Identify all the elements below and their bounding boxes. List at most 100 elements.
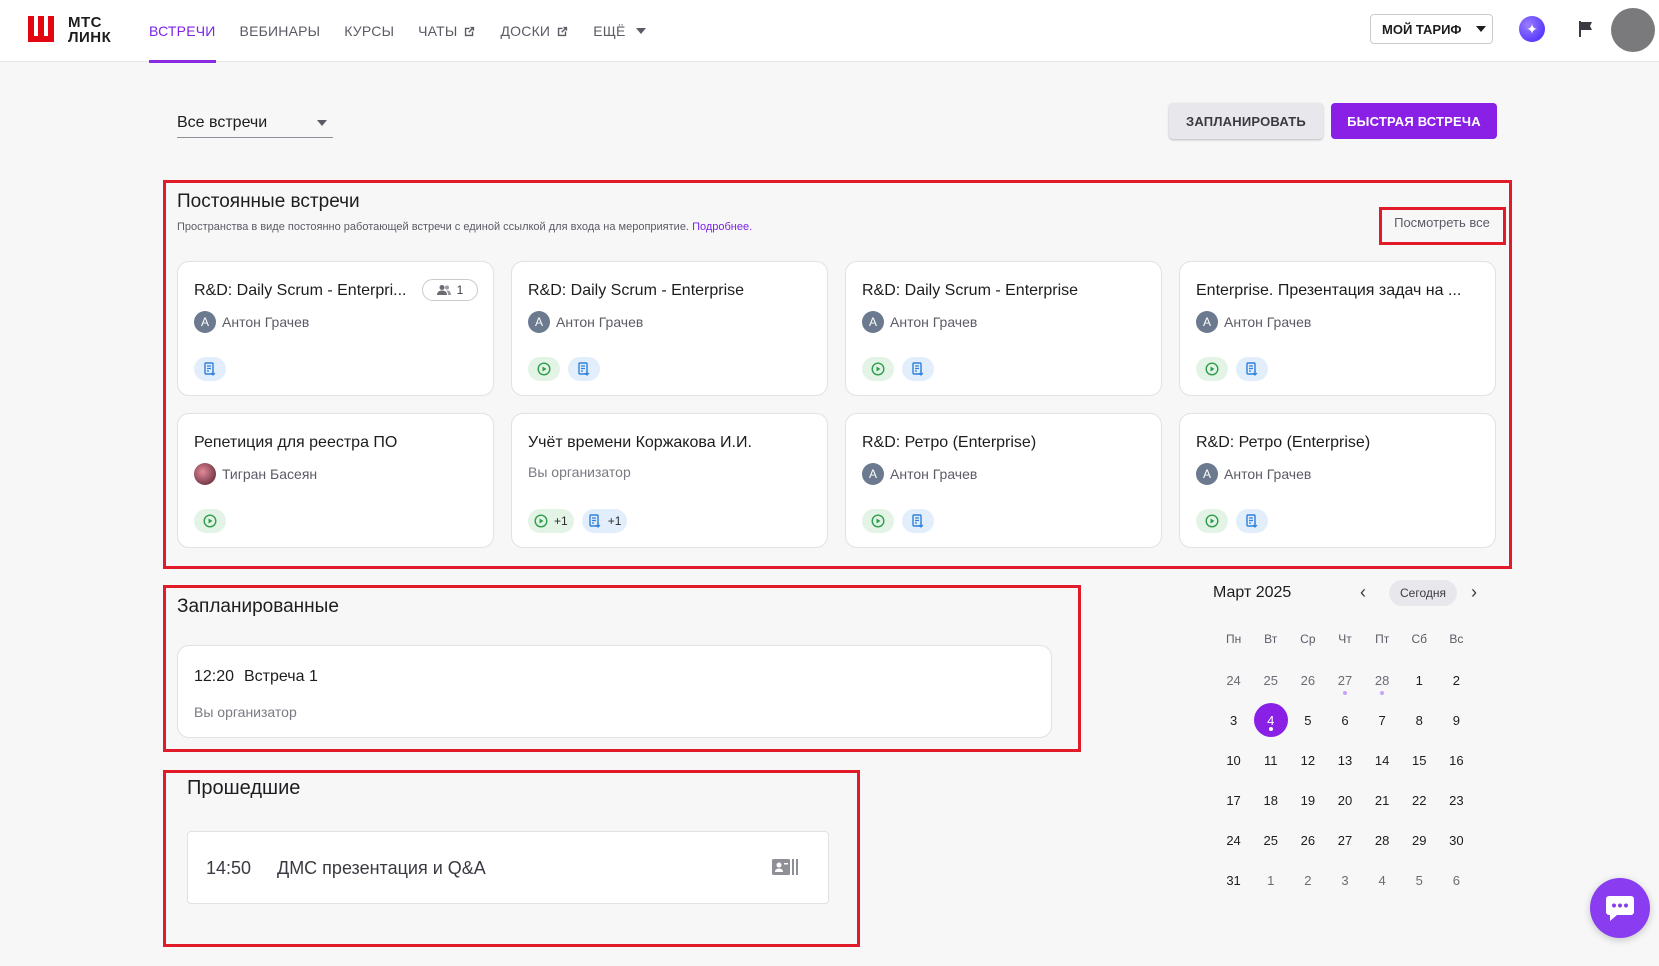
calendar-day[interactable]: 2	[1438, 663, 1475, 697]
calendar-day[interactable]: 27	[1326, 663, 1363, 697]
calendar-day[interactable]: 11	[1252, 743, 1289, 777]
recordings-chip[interactable]	[1196, 357, 1228, 381]
calendar-day[interactable]: 24	[1215, 823, 1252, 857]
meeting-card[interactable]: R&D: Daily Scrum - Enterpri... 1 А Антон…	[177, 261, 494, 396]
meeting-card[interactable]: Учёт времени Коржакова И.И. Вы организат…	[511, 413, 828, 548]
calendar-day[interactable]: 2	[1289, 863, 1326, 897]
calendar-day[interactable]: 28	[1364, 823, 1401, 857]
calendar-day[interactable]: 31	[1215, 863, 1252, 897]
calendar-day[interactable]: 29	[1401, 823, 1438, 857]
calendar-day[interactable]: 21	[1364, 783, 1401, 817]
calendar-day[interactable]: 17	[1215, 783, 1252, 817]
meeting-card[interactable]: R&D: Ретро (Enterprise) А Антон Грачев	[1179, 413, 1496, 548]
documents-chip[interactable]	[902, 509, 934, 533]
calendar-day[interactable]: 14	[1364, 743, 1401, 777]
calendar-day[interactable]: 19	[1289, 783, 1326, 817]
recording-card-icon[interactable]	[772, 858, 798, 876]
calendar-day[interactable]: 26	[1289, 823, 1326, 857]
learn-more-link[interactable]: Подробнее.	[692, 221, 752, 233]
meeting-card[interactable]: R&D: Daily Scrum - Enterprise А Антон Гр…	[511, 261, 828, 396]
see-all-link[interactable]: Посмотреть все	[1380, 207, 1504, 237]
flag-icon[interactable]	[1576, 19, 1596, 39]
chevron-right-icon[interactable]: ›	[1471, 582, 1477, 603]
calendar-day[interactable]: 25	[1252, 663, 1289, 697]
ai-assistant-icon[interactable]: ✦	[1519, 16, 1545, 42]
recordings-chip[interactable]	[1196, 509, 1228, 533]
calendar-day[interactable]: 7	[1364, 703, 1401, 737]
user-avatar[interactable]	[1611, 8, 1655, 52]
nav-more[interactable]: ЕЩЁ	[581, 0, 657, 62]
calendar-day-selected[interactable]: 4	[1252, 703, 1289, 737]
nav-chats[interactable]: ЧАТЫ	[406, 0, 488, 62]
calendar-day[interactable]: 5	[1289, 703, 1326, 737]
documents-chip[interactable]: +1	[581, 509, 628, 533]
meeting-card[interactable]: R&D: Daily Scrum - Enterprise А Антон Гр…	[845, 261, 1162, 396]
calendar-day[interactable]: 6	[1438, 863, 1475, 897]
weekday-label: Чт	[1338, 632, 1352, 646]
quick-meeting-button[interactable]: БЫСТРАЯ ВСТРЕЧА	[1331, 103, 1497, 139]
host-avatar: А	[194, 311, 216, 333]
recordings-chip[interactable]	[528, 357, 560, 381]
main-nav: ВСТРЕЧИ ВЕБИНАРЫ КУРСЫ ЧАТЫ ДОСКИ ЕЩЁ	[149, 0, 658, 63]
documents-chip[interactable]	[568, 357, 600, 381]
calendar-day[interactable]: 1	[1252, 863, 1289, 897]
host: А Антон Грачев	[1196, 311, 1311, 333]
calendar-day[interactable]: 20	[1326, 783, 1363, 817]
calendar-day[interactable]: 30	[1438, 823, 1475, 857]
weekday-label: Пн	[1225, 632, 1242, 646]
documents-chip[interactable]	[1236, 357, 1268, 381]
meeting-card[interactable]: R&D: Ретро (Enterprise) А Антон Грачев	[845, 413, 1162, 548]
mts-link-logo[interactable]: МТС ЛИНК	[26, 14, 161, 48]
calendar-day[interactable]: 9	[1438, 703, 1475, 737]
permanent-meetings-title: Постоянные встречи	[177, 191, 360, 212]
calendar-day[interactable]: 3	[1215, 703, 1252, 737]
meeting-card[interactable]: Репетиция для реестра ПО Тигран Басеян	[177, 413, 494, 548]
scheduled-meeting-card[interactable]: 12:20 Встреча 1 Вы организатор	[177, 645, 1052, 738]
host: А Антон Грачев	[528, 311, 643, 333]
nav-courses[interactable]: КУРСЫ	[332, 0, 406, 62]
calendar-day[interactable]: 25	[1252, 823, 1289, 857]
documents-chip[interactable]	[194, 357, 226, 381]
my-tariff-dropdown[interactable]: МОЙ ТАРИФ	[1370, 14, 1493, 44]
calendar-day[interactable]: 18	[1252, 783, 1289, 817]
calendar-day[interactable]: 8	[1401, 703, 1438, 737]
today-button[interactable]: Сегодня	[1389, 580, 1457, 606]
calendar-day[interactable]: 5	[1401, 863, 1438, 897]
support-chat-button[interactable]	[1590, 878, 1650, 938]
calendar-week: 10 11 12 13 14 15 16	[1215, 740, 1475, 780]
calendar-day[interactable]: 1	[1401, 663, 1438, 697]
calendar-day[interactable]: 16	[1438, 743, 1475, 777]
chevron-left-icon[interactable]: ‹	[1360, 582, 1366, 603]
calendar-day[interactable]: 4	[1364, 863, 1401, 897]
calendar-day[interactable]: 10	[1215, 743, 1252, 777]
nav-webinars[interactable]: ВЕБИНАРЫ	[228, 0, 333, 62]
logo-line-1: МТС	[68, 14, 102, 31]
recordings-chip[interactable]	[862, 357, 894, 381]
calendar-day[interactable]: 6	[1326, 703, 1363, 737]
calendar-day[interactable]: 15	[1401, 743, 1438, 777]
recordings-chip[interactable]: +1	[528, 509, 574, 533]
meeting-title: R&D: Daily Scrum - Enterpri...	[194, 282, 407, 299]
past-meeting-card[interactable]: 14:50 ДМС презентация и Q&A	[187, 831, 829, 904]
meeting-card[interactable]: Enterprise. Презентация задач на ... А А…	[1179, 261, 1496, 396]
play-circle-icon	[871, 362, 885, 376]
calendar-day[interactable]: 27	[1326, 823, 1363, 857]
calendar-day[interactable]: 22	[1401, 783, 1438, 817]
calendar-day[interactable]: 12	[1289, 743, 1326, 777]
play-circle-icon	[871, 514, 885, 528]
calendar-day[interactable]: 24	[1215, 663, 1252, 697]
recordings-chip[interactable]	[194, 509, 226, 533]
calendar-day[interactable]: 3	[1326, 863, 1363, 897]
nav-meetings[interactable]: ВСТРЕЧИ	[149, 0, 228, 63]
documents-chip[interactable]	[902, 357, 934, 381]
calendar-day[interactable]: 13	[1326, 743, 1363, 777]
recordings-chip[interactable]	[862, 509, 894, 533]
calendar-day[interactable]: 23	[1438, 783, 1475, 817]
calendar-day[interactable]: 26	[1289, 663, 1326, 697]
calendar-grid: Пн Вт Ср Чт Пт Сб Вс 24 25 26 27 28 1 2 …	[1215, 628, 1475, 900]
nav-boards[interactable]: ДОСКИ	[488, 0, 581, 62]
meetings-filter-select[interactable]: Все встречи	[177, 108, 333, 138]
schedule-button[interactable]: ЗАПЛАНИРОВАТЬ	[1169, 103, 1323, 139]
calendar-day[interactable]: 28	[1364, 663, 1401, 697]
documents-chip[interactable]	[1236, 509, 1268, 533]
